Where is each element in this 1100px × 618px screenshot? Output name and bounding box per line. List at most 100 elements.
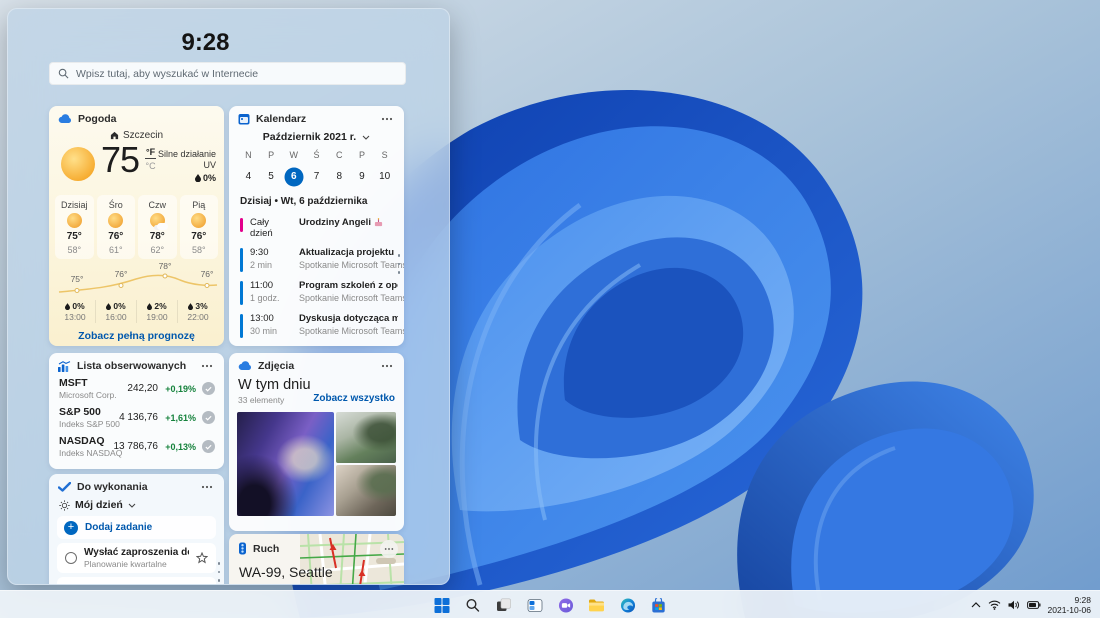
- event-list: Cały dzień Urodziny Angeli 9:30 2 min Ak: [229, 211, 404, 342]
- forecast-day[interactable]: Czw 78° 62°: [138, 195, 177, 259]
- chevron-up-icon[interactable]: [971, 602, 981, 608]
- traffic-title: Ruch: [253, 543, 279, 555]
- calendar-date[interactable]: 9: [351, 167, 374, 186]
- forecast-day[interactable]: Dzisiaj 75° 58°: [55, 195, 94, 259]
- todo-check-icon: [58, 482, 71, 492]
- scroll-indicator[interactable]: [398, 254, 401, 274]
- edge-icon[interactable]: [617, 594, 639, 616]
- hourly-slot: 0% 13:00: [55, 300, 95, 323]
- calendar-date[interactable]: 5: [260, 167, 283, 186]
- calendar-title: Kalendarz: [256, 113, 306, 125]
- wifi-icon[interactable]: [988, 600, 1001, 610]
- weather-cloud-icon: [58, 114, 72, 124]
- battery-icon[interactable]: [1027, 601, 1041, 609]
- more-options-icon[interactable]: [379, 360, 395, 372]
- file-explorer-icon[interactable]: [586, 594, 608, 616]
- stock-row[interactable]: MSFT Microsoft Corp. 242,20 +0,19%: [49, 374, 224, 403]
- watch-check-icon[interactable]: [202, 382, 215, 395]
- task-checkbox[interactable]: [65, 552, 77, 564]
- tray-clock[interactable]: 9:28 2021-10-06: [1048, 595, 1091, 615]
- task-view-icon[interactable]: [493, 594, 515, 616]
- watch-check-icon[interactable]: [202, 440, 215, 453]
- weather-condition: Silne działanie UV: [144, 149, 216, 171]
- full-forecast-link[interactable]: Zobacz pełną prognozę: [49, 330, 224, 342]
- hourly-precip-row: 0% 13:00 0% 16:00 2% 19:00 3% 22:00: [49, 300, 224, 323]
- calendar-icon: [238, 113, 250, 125]
- calendar-date[interactable]: 7: [305, 167, 328, 186]
- todo-title: Do wykonania: [77, 481, 148, 493]
- sun-outline-icon: [59, 500, 70, 511]
- web-search-bar[interactable]: [49, 62, 406, 85]
- more-options-icon[interactable]: [379, 113, 395, 125]
- more-options-icon[interactable]: [199, 360, 215, 372]
- hourly-temp-sparkline: 75° 76° 78° 76°: [49, 261, 224, 299]
- calendar-date-selected[interactable]: 6: [282, 167, 305, 186]
- start-button[interactable]: [431, 594, 453, 616]
- calendar-event[interactable]: 11:00 1 godz. Program szkoleń z opowia..…: [240, 276, 398, 309]
- on-this-day-heading: W tym dniu: [238, 377, 311, 393]
- watch-check-icon[interactable]: [202, 411, 215, 424]
- month-selector[interactable]: Październik 2021 r.: [229, 131, 404, 143]
- photo-collage: [237, 412, 396, 516]
- sunny-icon: [61, 147, 95, 181]
- watchlist-widget[interactable]: Lista obserwowanych MSFT Microsoft Corp.…: [49, 353, 224, 469]
- chevron-down-icon: [362, 135, 370, 140]
- calendar-event[interactable]: 9:30 2 min Aktualizacja projektu Spotkan…: [240, 243, 398, 276]
- birthday-cake-icon: [374, 218, 383, 227]
- add-task-button[interactable]: + Dodaj zadanie: [57, 516, 216, 539]
- weather-current: 75 °F °C Silne działanie UV 0%: [49, 143, 224, 191]
- traffic-widget[interactable]: Ruch WA-99, Seattle Moderate traffic: [229, 534, 404, 585]
- more-options-icon[interactable]: [199, 481, 215, 493]
- calendar-widget[interactable]: Kalendarz Październik 2021 r. N P W Ś C …: [229, 106, 404, 346]
- weekday-header: N P W Ś C P S: [229, 150, 404, 160]
- sunny-icon: [67, 213, 82, 228]
- desktop: 9:28 Pogoda Szczecin: [0, 0, 1100, 618]
- calendar-date[interactable]: 8: [328, 167, 351, 186]
- photo-thumb[interactable]: [237, 412, 334, 516]
- calendar-date[interactable]: 4: [237, 167, 260, 186]
- sunny-icon: [191, 213, 206, 228]
- hourly-slot: 3% 22:00: [177, 300, 218, 323]
- search-input[interactable]: [76, 68, 397, 80]
- droplet-icon: [106, 303, 111, 310]
- photos-title: Zdjęcia: [258, 360, 294, 372]
- photos-cloud-icon: [238, 361, 252, 371]
- tray-date: 2021-10-06: [1048, 605, 1091, 615]
- traffic-status: Moderate traffic: [229, 580, 404, 585]
- partly-cloudy-icon: [150, 213, 165, 228]
- sunny-icon: [108, 213, 123, 228]
- calendar-date[interactable]: 10: [373, 167, 396, 186]
- forecast-day[interactable]: Śro 76° 61°: [97, 195, 136, 259]
- photo-thumb[interactable]: [336, 412, 396, 463]
- weather-title: Pogoda: [78, 113, 117, 125]
- volume-icon[interactable]: [1008, 600, 1020, 610]
- todo-widget[interactable]: Do wykonania Mój dzień + Dodaj zadanie: [49, 474, 224, 585]
- scroll-indicator[interactable]: [218, 562, 221, 582]
- photos-count: 33 elementy: [238, 395, 311, 405]
- my-day-selector[interactable]: Mój dzień: [49, 498, 224, 515]
- taskbar-search-icon[interactable]: [462, 594, 484, 616]
- calendar-event[interactable]: 13:00 30 min Dyskusja dotycząca market..…: [240, 309, 398, 342]
- photos-widget[interactable]: Zdjęcia W tym dniu 33 elementy Zobacz ws…: [229, 353, 404, 531]
- microsoft-store-icon[interactable]: [648, 594, 670, 616]
- stock-row[interactable]: NASDAQ Indeks NASDAQ 13 786,76 +0,13%: [49, 432, 224, 461]
- weather-widget[interactable]: Pogoda Szczecin 75 °F °C Silne działanie…: [49, 106, 224, 346]
- stock-row[interactable]: S&P 500 Indeks S&P 500 4 136,76 +1,61%: [49, 403, 224, 432]
- see-all-link[interactable]: Zobacz wszystko: [313, 393, 395, 405]
- chevron-down-icon: [128, 503, 136, 508]
- calendar-event[interactable]: Cały dzień Urodziny Angeli: [240, 213, 398, 243]
- chat-icon[interactable]: [555, 594, 577, 616]
- tray-time: 9:28: [1048, 595, 1091, 605]
- task-item[interactable]: Wysłać zaproszenia do prze.. Planowanie …: [57, 543, 216, 573]
- photo-thumb[interactable]: [336, 465, 396, 516]
- panel-clock: 9:28: [8, 29, 403, 57]
- widgets-icon[interactable]: [524, 594, 546, 616]
- task-item-partial[interactable]: [57, 577, 216, 585]
- daily-forecast: Dzisiaj 75° 58° Śro 76° 61° Czw 78° 62°: [49, 191, 224, 259]
- widgets-panel: 9:28 Pogoda Szczecin: [7, 8, 450, 585]
- taskbar: 9:28 2021-10-06: [0, 590, 1100, 618]
- forecast-day[interactable]: Pią 76° 58°: [180, 195, 219, 259]
- hourly-slot: 2% 19:00: [136, 300, 177, 323]
- star-icon[interactable]: [196, 552, 208, 564]
- watchlist-title: Lista obserwowanych: [77, 360, 186, 372]
